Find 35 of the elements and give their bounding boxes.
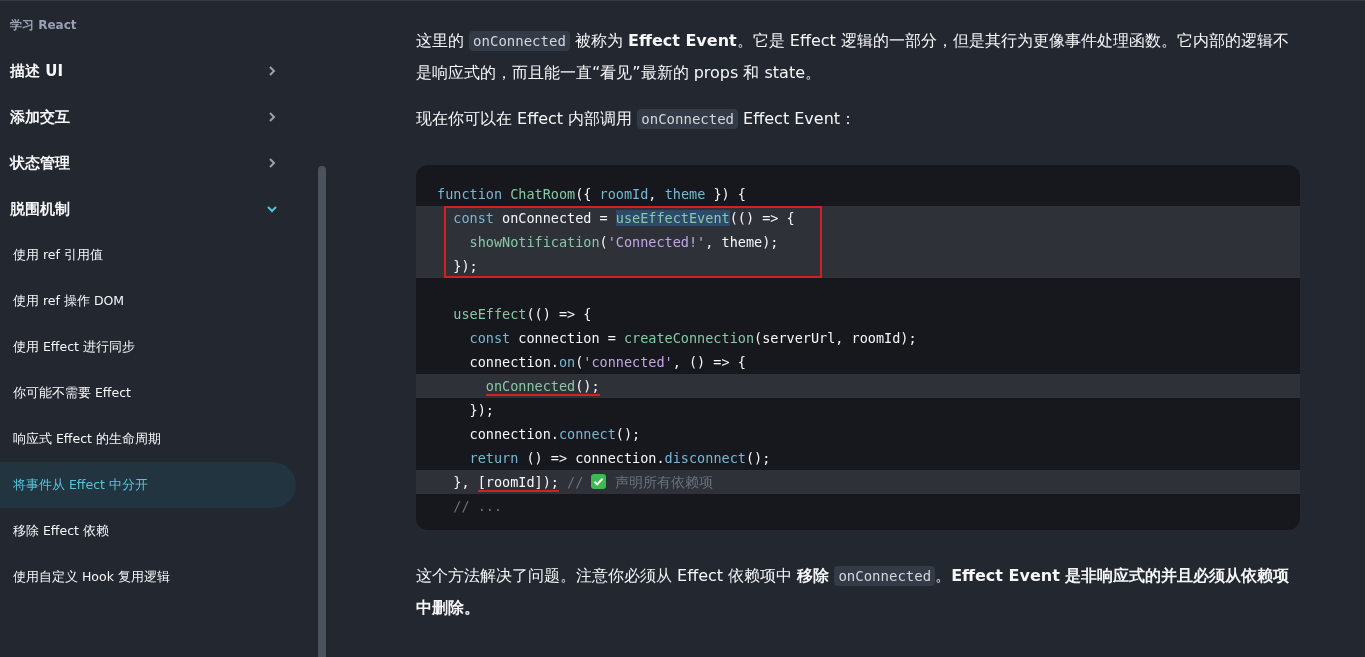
scrollbar[interactable] bbox=[318, 166, 326, 657]
code-line: connection.connect(); bbox=[468, 426, 641, 442]
code-line: useEffect(() => { bbox=[452, 306, 592, 322]
sidebar-item[interactable]: 使用 ref 引用值 bbox=[0, 232, 296, 278]
sidebar-item[interactable]: 将事件从 Effect 中分开 bbox=[0, 462, 296, 508]
code-line: }, [roomId]); // 声明所有依赖项 bbox=[452, 474, 713, 490]
paragraph: 现在你可以在 Effect 内部调用 onConnected Effect Event： bbox=[416, 108, 858, 131]
sidebar-item[interactable]: 使用自定义 Hook 复用逻辑 bbox=[0, 554, 296, 600]
paragraph: 这个方法解决了问题。注意你必须从 Effect 依赖项中 移除 onConnected 。Effect Event 是非响应式的并且必须从依赖项中删除。 bbox=[416, 565, 1291, 619]
code-line: function ChatRoom({ roomId, theme }) { bbox=[437, 186, 746, 202]
check-icon bbox=[591, 474, 607, 489]
chevron-icon bbox=[266, 65, 278, 77]
sidebar-item[interactable]: 移除 Effect 依赖 bbox=[0, 508, 296, 554]
sidebar-item[interactable]: 响应式 Effect 的生命周期 bbox=[0, 416, 296, 462]
code-line: // ... bbox=[452, 498, 503, 514]
code-line: }); bbox=[452, 258, 478, 274]
sidebar-item[interactable]: 你可能不需要 Effect bbox=[0, 370, 296, 416]
code-line: showNotification('Connected!', theme); bbox=[468, 234, 779, 250]
sidebar-section[interactable]: 描述 UI bbox=[0, 48, 298, 94]
code-line: onConnected(); bbox=[484, 378, 600, 396]
sidebar-section[interactable]: 状态管理 bbox=[0, 140, 298, 186]
code-line: const connection = createConnection(serverUrl, roomId); bbox=[468, 330, 917, 346]
code-line: const onConnected = useEffectEvent(() => { bbox=[452, 210, 795, 226]
code-line: connection.on('connected', () => { bbox=[468, 354, 746, 370]
sidebar-heading: 学习 React bbox=[9, 17, 78, 34]
sidebar-section[interactable]: 添加交互 bbox=[0, 94, 298, 140]
paragraph: 这里的 onConnected 被称为 Effect Event。它是 Effect 逻辑的一部分，但是其行为更像事件处理函数。它内部的逻辑不是响应式的，而且能一直“看见”最新的 props 和 state。 bbox=[416, 30, 1290, 84]
sidebar-section[interactable]: 脱围机制 bbox=[0, 186, 298, 232]
chevron-icon bbox=[266, 111, 278, 123]
code-line: }); bbox=[468, 402, 494, 418]
chevron-icon bbox=[266, 157, 278, 169]
chevron-icon bbox=[266, 203, 278, 215]
code-line: return () => connection.disconnect(); bbox=[468, 450, 771, 466]
sidebar-item[interactable]: 使用 ref 操作 DOM bbox=[0, 278, 296, 324]
sidebar-item[interactable]: 使用 Effect 进行同步 bbox=[0, 324, 296, 370]
